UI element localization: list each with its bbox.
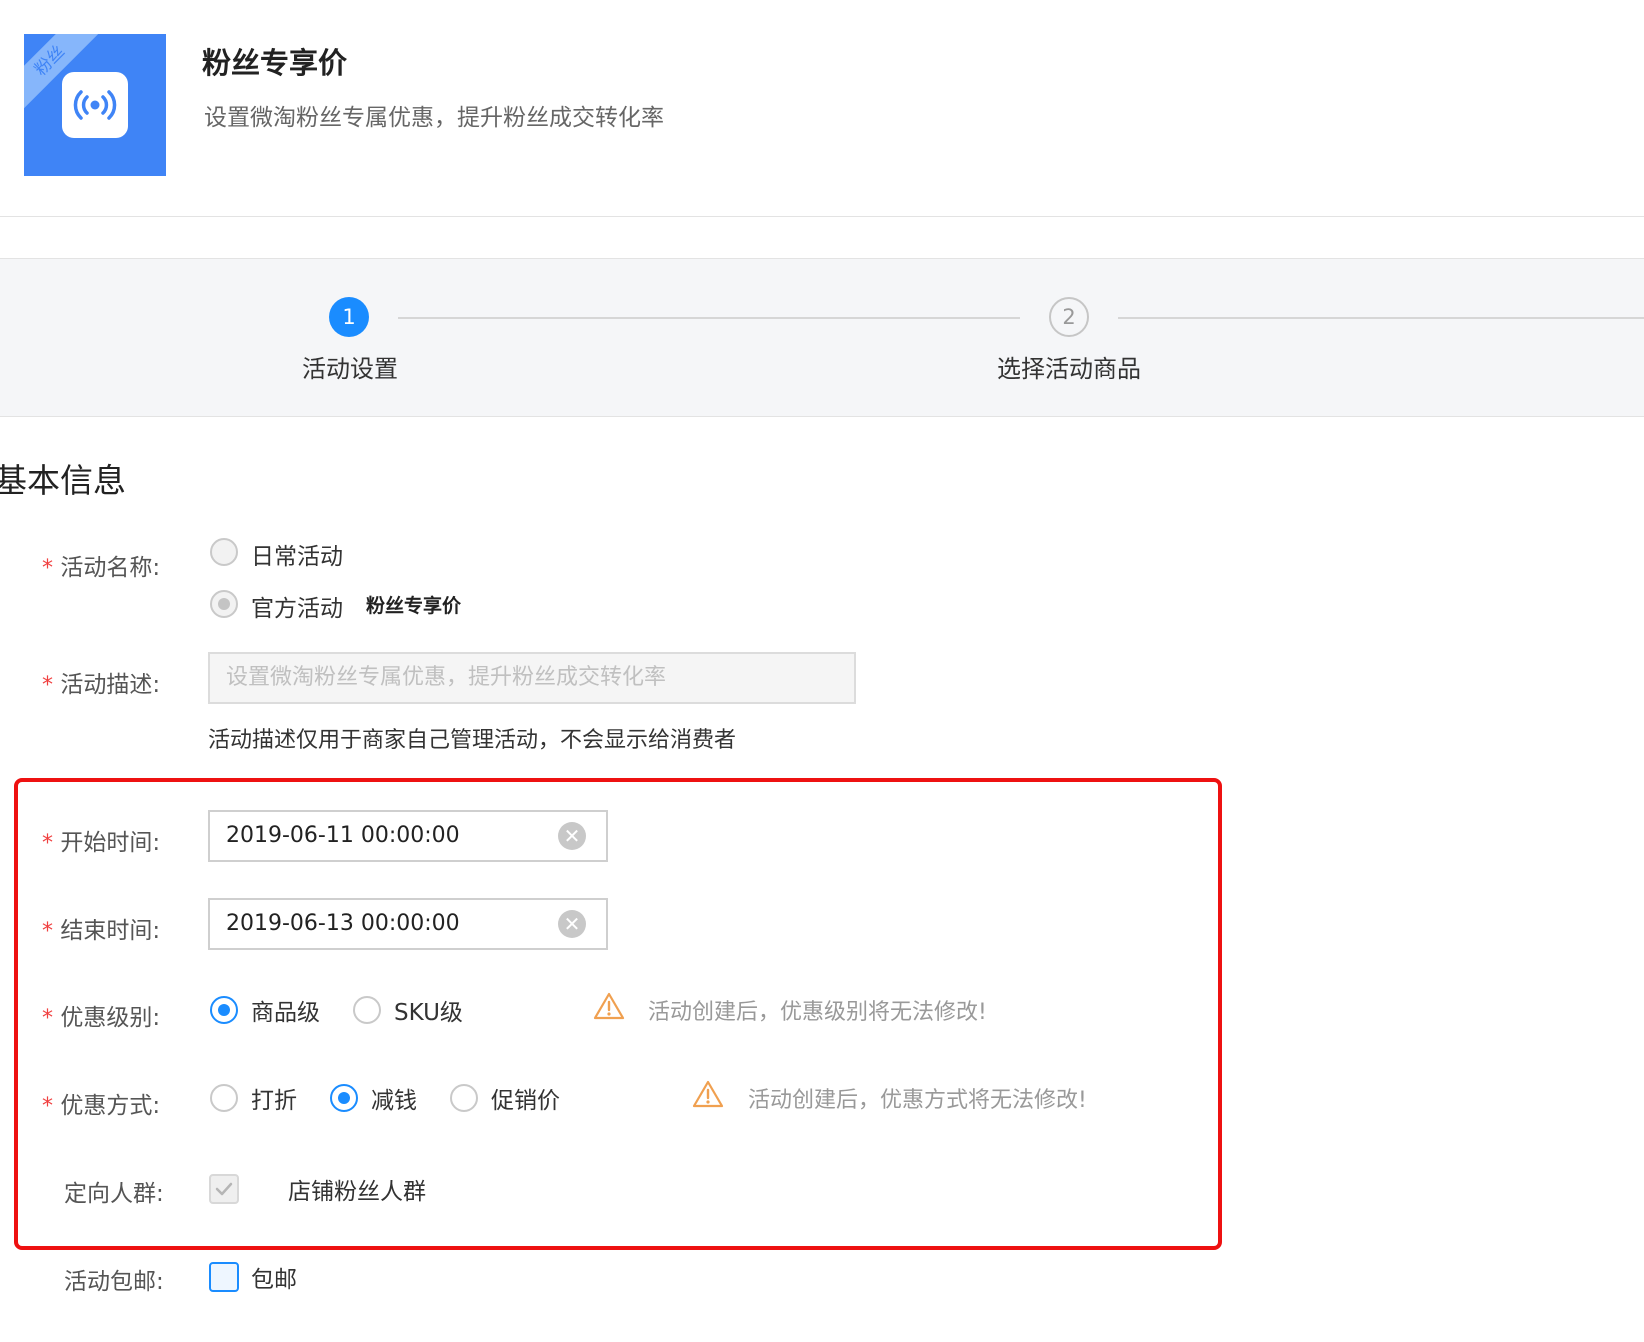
free-shipping-label: 活动包邮:: [64, 1269, 164, 1295]
step-connector: [398, 317, 1020, 319]
product-level-label: 商品级: [251, 1000, 320, 1026]
radio-reduce-money[interactable]: [330, 1084, 358, 1112]
discount-method-warning: 活动创建后，优惠方式将无法修改!: [748, 1088, 1087, 1113]
daily-activity-label: 日常活动: [251, 544, 343, 570]
radio-product-level[interactable]: [210, 996, 238, 1024]
promo-price-label: 促销价: [491, 1088, 560, 1114]
end-time-value: 2019-06-13 00:00:00: [226, 911, 460, 936]
activity-desc-hint: 活动描述仅用于商家自己管理活动，不会显示给消费者: [208, 728, 737, 753]
warning-icon: [593, 992, 625, 1024]
discount-level-label: * 优惠级别:: [42, 1005, 161, 1031]
page-subtitle: 设置微淘粉丝专属优惠，提升粉丝成交转化率: [204, 105, 664, 131]
page-title: 粉丝专享价: [202, 46, 348, 80]
target-group-checkbox[interactable]: [209, 1174, 239, 1204]
target-group-option: 店铺粉丝人群: [288, 1179, 426, 1205]
official-activity-label: 官方活动: [251, 596, 343, 622]
radio-official-activity[interactable]: [210, 590, 238, 618]
sku-level-label: SKU级: [394, 1000, 463, 1026]
radio-daily-activity[interactable]: [210, 538, 238, 566]
radio-sku-level[interactable]: [353, 996, 381, 1024]
app-icon: 粉丝: [24, 34, 166, 176]
discount-percent-label: 打折: [251, 1088, 297, 1114]
discount-method-label: * 优惠方式:: [42, 1093, 161, 1119]
activity-name-label: * 活动名称:: [42, 555, 161, 581]
reduce-money-label: 减钱: [371, 1088, 417, 1114]
warning-icon: [692, 1080, 724, 1112]
radio-promo-price[interactable]: [450, 1084, 478, 1112]
step-2-circle[interactable]: 2: [1049, 297, 1089, 337]
start-time-label: * 开始时间:: [42, 830, 161, 856]
required-mark: *: [42, 556, 53, 581]
official-activity-name: 粉丝专享价: [366, 595, 462, 617]
broadcast-icon: [62, 72, 128, 138]
discount-level-warning: 活动创建后，优惠级别将无法修改!: [648, 1000, 987, 1025]
header-divider: [0, 216, 1644, 217]
free-shipping-option: 包邮: [251, 1267, 297, 1293]
step-2-label[interactable]: 选择活动商品: [997, 349, 1141, 384]
step-connector-trailing: [1118, 317, 1644, 319]
section-title: 基本信息: [0, 461, 126, 500]
clear-icon[interactable]: ✕: [558, 910, 586, 938]
radio-discount-percent[interactable]: [210, 1084, 238, 1112]
activity-desc-input[interactable]: 设置微淘粉丝专属优惠，提升粉丝成交转化率: [208, 652, 856, 704]
check-icon: [215, 1182, 233, 1196]
target-group-label: 定向人群:: [64, 1181, 164, 1207]
start-time-value: 2019-06-11 00:00:00: [226, 823, 460, 848]
activity-desc-label: * 活动描述:: [42, 672, 161, 698]
step-1-circle[interactable]: 1: [329, 297, 369, 337]
end-time-label: * 结束时间:: [42, 918, 161, 944]
start-time-input[interactable]: 2019-06-11 00:00:00 ✕: [208, 810, 608, 862]
end-time-input[interactable]: 2019-06-13 00:00:00 ✕: [208, 898, 608, 950]
step-1-label[interactable]: 活动设置: [302, 349, 398, 384]
clear-icon[interactable]: ✕: [558, 822, 586, 850]
free-shipping-checkbox[interactable]: [209, 1262, 239, 1292]
steps-bar: 1 2 活动设置 选择活动商品: [0, 258, 1644, 417]
